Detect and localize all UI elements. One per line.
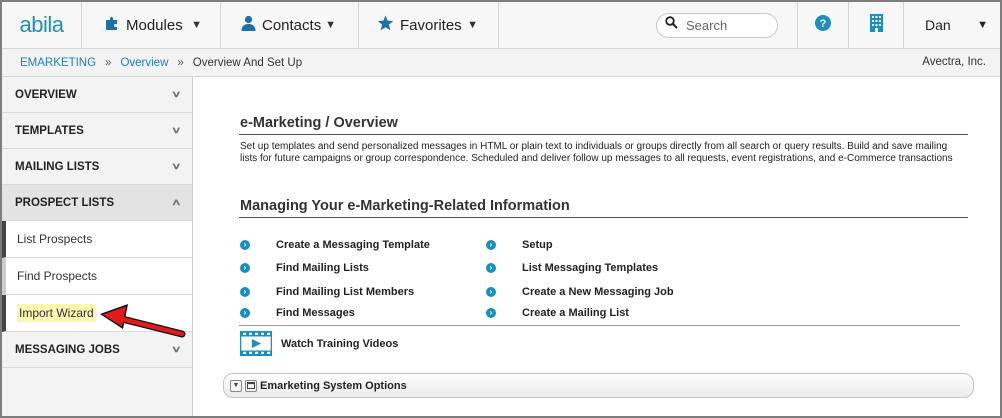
- modules-label: Modules: [126, 16, 183, 34]
- arrow-circle-icon: ›: [486, 240, 496, 250]
- breadcrumb-emarketing[interactable]: EMARKETING: [20, 57, 96, 69]
- link-label: Setup: [522, 239, 553, 251]
- expand-toggle-icon[interactable]: ▼: [230, 379, 242, 392]
- divider: [239, 325, 960, 326]
- divider: [239, 217, 968, 218]
- sidebar-subitem-find-prospects[interactable]: Find Prospects: [2, 258, 192, 295]
- sidebar-item-prospect-lists[interactable]: PROSPECT LISTS ∧: [2, 185, 192, 221]
- window-icon[interactable]: [245, 379, 257, 392]
- abila-logo[interactable]: abila: [2, 2, 82, 48]
- search-input[interactable]: [684, 16, 776, 34]
- link-create-messaging-template[interactable]: › Create a Messaging Template: [240, 239, 430, 251]
- sidebar-item-label: PROSPECT LISTS: [15, 196, 115, 209]
- intro-text: Set up templates and send personalized m…: [240, 141, 953, 164]
- watch-training-videos-link[interactable]: Watch Training Videos: [240, 331, 398, 356]
- system-options-panel[interactable]: ▼ Emarketing System Options: [223, 373, 974, 398]
- page-title: e-Marketing / Overview: [240, 115, 398, 131]
- sidebar-item-overview[interactable]: OVERVIEW ∨: [2, 77, 192, 113]
- user-menu[interactable]: Dan ▼: [904, 2, 1000, 48]
- modules-menu[interactable]: Modules ▼: [82, 2, 221, 48]
- sidebar-subitem-label: Find Prospects: [17, 269, 98, 283]
- annotation-arrow-icon: [100, 304, 186, 338]
- breadcrumb-separator: »: [177, 56, 184, 69]
- link-find-mailing-lists[interactable]: › Find Mailing Lists: [240, 262, 369, 274]
- arrow-circle-icon: ›: [240, 308, 250, 318]
- sidebar-subitem-list-prospects[interactable]: List Prospects: [2, 221, 192, 258]
- sidebar-item-label: MESSAGING JOBS: [15, 343, 120, 356]
- divider: [239, 134, 968, 135]
- link-label: Find Messages: [276, 307, 355, 319]
- link-label: List Messaging Templates: [522, 262, 659, 274]
- search-area: [499, 2, 798, 48]
- link-label: Create a Messaging Template: [276, 239, 430, 251]
- link-create-mailing-list[interactable]: › Create a Mailing List: [486, 307, 629, 319]
- caret-down-icon: ▼: [467, 19, 478, 31]
- link-find-mailing-list-members[interactable]: › Find Mailing List Members: [240, 286, 414, 298]
- link-label: Find Mailing Lists: [276, 262, 369, 274]
- chevron-up-icon: ∧: [171, 197, 182, 207]
- breadcrumb-current: Overview And Set Up: [192, 56, 303, 69]
- caret-down-icon: ▼: [325, 19, 336, 31]
- link-find-messages[interactable]: › Find Messages: [240, 307, 355, 319]
- link-label: Create a New Messaging Job: [522, 286, 674, 298]
- sidebar-subitem-label: List Prospects: [17, 232, 93, 246]
- arrow-circle-icon: ›: [486, 287, 496, 297]
- link-create-new-messaging-job[interactable]: › Create a New Messaging Job: [486, 286, 674, 298]
- sidebar-item-label: TEMPLATES: [15, 124, 84, 137]
- sidebar-item-mailing-lists[interactable]: MAILING LISTS ∨: [2, 149, 192, 185]
- link-setup[interactable]: › Setup: [486, 239, 553, 251]
- top-nav: abila Modules ▼ Contacts ▼ Favorites ▼ S…: [2, 2, 1000, 49]
- section-title: Managing Your e-Marketing-Related Inform…: [240, 198, 570, 214]
- puzzle-icon: [104, 15, 120, 36]
- link-label: Create a Mailing List: [522, 307, 629, 319]
- favorites-menu[interactable]: Favorites ▼: [359, 2, 499, 48]
- logo-text: abila: [19, 12, 64, 37]
- contacts-menu[interactable]: Contacts ▼: [221, 2, 359, 48]
- video-link-label: Watch Training Videos: [281, 337, 399, 350]
- svg-text:?: ?: [820, 18, 827, 30]
- arrow-circle-icon: ›: [240, 240, 250, 250]
- system-options-label: Emarketing System Options: [260, 379, 407, 392]
- arrow-circle-icon: ›: [486, 308, 496, 318]
- breadcrumb-separator: »: [105, 56, 112, 69]
- chevron-down-icon: ∨: [171, 161, 182, 171]
- building-icon: [869, 13, 884, 37]
- favorites-label: Favorites: [400, 16, 462, 34]
- search-icon: [665, 16, 678, 34]
- arrow-circle-icon: ›: [486, 263, 496, 273]
- sidebar-item-templates[interactable]: TEMPLATES ∨: [2, 113, 192, 149]
- sidebar: OVERVIEW ∨ TEMPLATES ∨ MAILING LISTS ∨ P…: [2, 77, 193, 416]
- star-icon: [377, 15, 394, 36]
- link-label: Find Mailing List Members: [276, 286, 415, 298]
- main-content: e-Marketing / Overview Set up templates …: [193, 77, 1000, 416]
- arrow-circle-icon: ›: [240, 287, 250, 297]
- help-icon: ?: [815, 14, 831, 36]
- person-icon: [241, 15, 256, 36]
- arrow-circle-icon: ›: [240, 263, 250, 273]
- sidebar-subitem-label: Import Wizard: [17, 304, 96, 322]
- company-name: Avectra, Inc.: [922, 56, 986, 68]
- app-window: abila Modules ▼ Contacts ▼ Favorites ▼ S…: [0, 0, 1002, 418]
- link-list-messaging-templates[interactable]: › List Messaging Templates: [486, 262, 658, 274]
- user-name: Dan: [925, 17, 951, 33]
- organization-button[interactable]: [849, 2, 904, 48]
- chevron-down-icon: ∨: [171, 344, 182, 354]
- breadcrumb-overview[interactable]: Overview: [120, 57, 168, 69]
- film-video-icon: [240, 331, 272, 356]
- chevron-down-icon: ∨: [171, 125, 182, 135]
- breadcrumb: EMARKETING » Overview » Overview And Set…: [2, 49, 1000, 77]
- search-box[interactable]: [656, 12, 778, 38]
- caret-down-icon: ▼: [977, 19, 988, 31]
- help-button[interactable]: ?: [798, 2, 849, 48]
- contacts-label: Contacts: [262, 16, 322, 34]
- caret-down-icon: ▼: [191, 19, 202, 31]
- sidebar-item-label: OVERVIEW: [15, 88, 77, 101]
- chevron-down-icon: ∨: [171, 89, 182, 99]
- sidebar-item-label: MAILING LISTS: [15, 160, 100, 173]
